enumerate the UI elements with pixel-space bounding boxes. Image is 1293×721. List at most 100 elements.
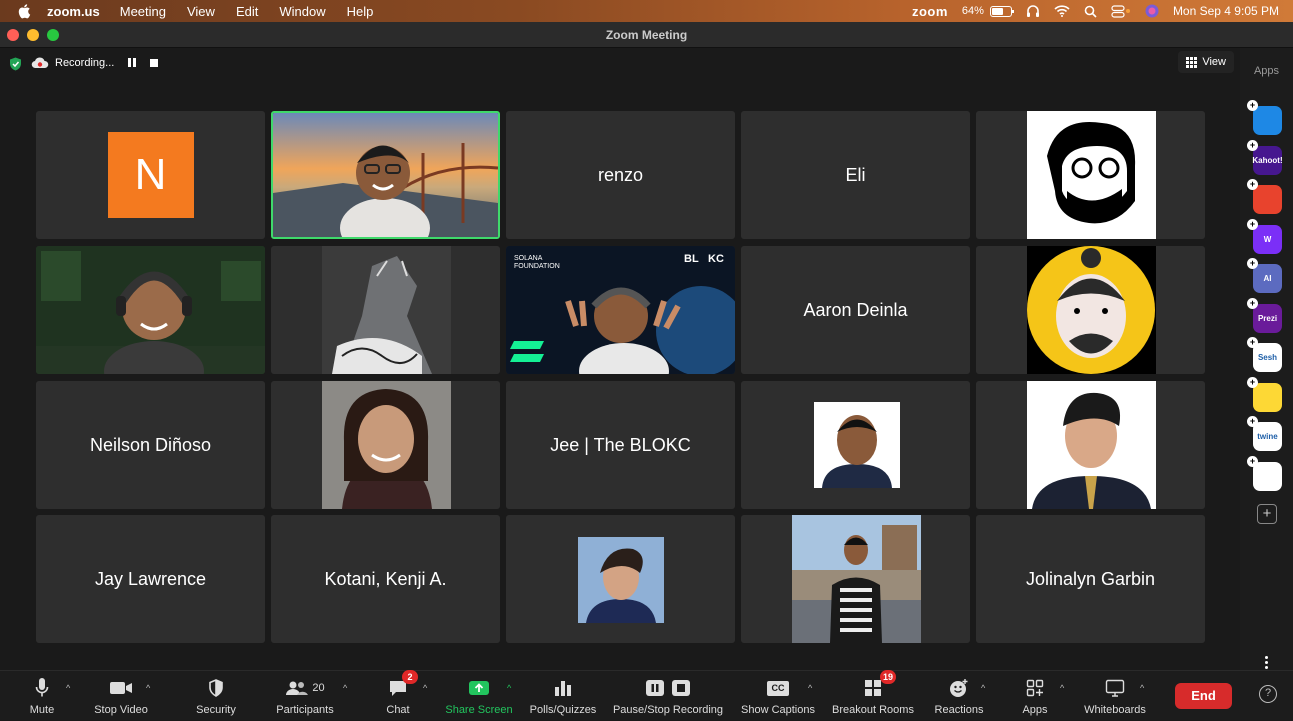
participant-tile[interactable]: [271, 381, 500, 509]
participant-name: Jay Lawrence: [94, 568, 207, 589]
pitch-app-icon[interactable]: +: [1247, 100, 1282, 135]
mute-options-chevron-icon[interactable]: ^: [66, 683, 74, 693]
reactions-button[interactable]: Reactions: [933, 671, 985, 721]
zoom-status-logo[interactable]: zoom: [912, 4, 948, 19]
minimize-window-button[interactable]: [27, 29, 39, 41]
reactions-options-chevron-icon[interactable]: ^: [981, 683, 989, 693]
participants-options-chevron-icon[interactable]: ^: [343, 683, 351, 693]
participants-count: 20: [312, 682, 325, 694]
add-app-plus-icon[interactable]: +: [1247, 139, 1258, 151]
participant-tile[interactable]: [36, 246, 265, 374]
chat-button[interactable]: 2 Chat: [383, 670, 418, 721]
search-icon[interactable]: [1084, 5, 1097, 18]
apps-button[interactable]: Apps: [1019, 671, 1051, 721]
participant-tile[interactable]: [271, 246, 500, 374]
add-app-plus-icon[interactable]: +: [1247, 416, 1258, 427]
wifi-icon[interactable]: [1054, 5, 1070, 17]
twine-app-icon[interactable]: + twine: [1247, 416, 1282, 451]
add-app-plus-icon[interactable]: +: [1247, 376, 1258, 388]
participant-tile[interactable]: Jolinalyn Garbin: [976, 515, 1205, 643]
add-app-plus-icon[interactable]: +: [1247, 337, 1258, 348]
participant-tile[interactable]: Jay Lawrence: [36, 515, 265, 643]
participant-tile-active-speaker[interactable]: [271, 111, 500, 239]
wooclap-app-icon[interactable]: + W: [1247, 218, 1282, 254]
video-options-chevron-icon[interactable]: ^: [146, 683, 154, 693]
whiteboards-options-chevron-icon[interactable]: ^: [1140, 683, 1148, 693]
share-options-chevron-icon[interactable]: ^: [507, 683, 515, 693]
participant-tile[interactable]: SOLANA FOUNDATION BL KC: [506, 246, 735, 374]
whiteboards-button[interactable]: Whiteboards: [1083, 671, 1147, 721]
pause-stop-recording-button[interactable]: Pause/Stop Recording: [611, 671, 725, 721]
participant-tile[interactable]: [741, 515, 970, 643]
polls-button[interactable]: Polls/Quizzes: [528, 671, 598, 721]
smile-app-icon[interactable]: +: [1247, 376, 1282, 412]
breakout-rooms-button[interactable]: 19 Breakout Rooms: [832, 670, 914, 721]
kahoot-app-icon[interactable]: + Kahoot!: [1247, 139, 1283, 175]
add-app-plus-icon[interactable]: +: [1247, 297, 1258, 309]
end-meeting-button[interactable]: End: [1175, 683, 1232, 709]
mute-button[interactable]: Mute: [27, 671, 57, 721]
participant-tile[interactable]: [976, 111, 1205, 239]
menu-help[interactable]: Help: [347, 4, 374, 19]
security-button[interactable]: Security: [193, 671, 239, 721]
participant-name: Neilson Diñoso: [89, 434, 212, 455]
red-app-icon[interactable]: +: [1247, 179, 1282, 214]
headphones-icon[interactable]: [1026, 4, 1040, 18]
chat-options-chevron-icon[interactable]: ^: [423, 683, 431, 693]
participant-profile-image: [578, 537, 664, 623]
menu-window[interactable]: Window: [279, 4, 325, 19]
add-app-plus-icon[interactable]: +: [1247, 455, 1258, 467]
participant-tile[interactable]: Aaron Deinla: [741, 246, 970, 374]
more-options-icon[interactable]: [1265, 656, 1269, 671]
zoom-window-button[interactable]: [47, 29, 59, 41]
apps-title: Apps: [1253, 65, 1280, 77]
ai-app-icon[interactable]: + AI: [1247, 258, 1282, 293]
participant-video: [273, 113, 498, 237]
app-icon-label: AI: [1263, 274, 1272, 283]
add-app-plus-icon[interactable]: +: [1247, 258, 1258, 269]
menu-view[interactable]: View: [187, 4, 215, 19]
share-screen-button[interactable]: Share Screen: [445, 671, 513, 721]
siri-icon[interactable]: [1145, 4, 1159, 18]
participant-tile[interactable]: [976, 381, 1205, 509]
apple-icon[interactable]: [17, 3, 31, 19]
participants-button[interactable]: 20 Participants: [274, 671, 336, 721]
menu-edit[interactable]: Edit: [236, 4, 258, 19]
participant-tile[interactable]: [506, 515, 735, 643]
control-center-icon[interactable]: [1111, 4, 1131, 18]
add-app-plus-icon[interactable]: +: [1247, 179, 1258, 190]
app-icon-label: W: [1263, 234, 1272, 244]
participant-tile[interactable]: [976, 246, 1205, 374]
stop-video-button[interactable]: Stop Video: [92, 671, 150, 721]
recording-indicator[interactable]: Recording...: [31, 53, 159, 73]
captions-options-chevron-icon[interactable]: ^: [808, 683, 816, 693]
prezi-app-icon[interactable]: + Prezi: [1247, 297, 1282, 333]
menubar-datetime[interactable]: Mon Sep 4 9:05 PM: [1173, 4, 1279, 18]
add-app-plus-icon[interactable]: +: [1247, 100, 1258, 111]
battery-icon[interactable]: [989, 5, 1014, 17]
participant-tile[interactable]: Kotani, Kenji A.: [271, 515, 500, 643]
encryption-shield-icon[interactable]: [9, 57, 22, 71]
participant-tile[interactable]: Jee | The BLOKC: [506, 381, 735, 509]
apps-options-chevron-icon[interactable]: ^: [1060, 683, 1068, 693]
participant-tile[interactable]: renzo: [506, 111, 735, 239]
participant-tile[interactable]: N: [36, 111, 265, 239]
meeting-top-strip: Recording... View: [0, 48, 1240, 78]
close-window-button[interactable]: [7, 29, 19, 41]
help-icon[interactable]: ?: [1259, 685, 1277, 703]
menu-meeting[interactable]: Meeting: [120, 4, 166, 19]
view-button[interactable]: View: [1178, 51, 1234, 73]
sesh-app-icon[interactable]: + Sesh: [1247, 337, 1282, 372]
microphone-icon: [35, 678, 49, 697]
participant-tile[interactable]: Eli: [741, 111, 970, 239]
cloud-record-icon: [31, 57, 49, 69]
participant-tile[interactable]: Neilson Diñoso: [36, 381, 265, 509]
multi-app-icon[interactable]: +: [1247, 455, 1282, 491]
pause-recording-icon[interactable]: [128, 58, 138, 68]
stop-recording-icon[interactable]: [150, 59, 159, 67]
add-app-plus-icon[interactable]: +: [1247, 218, 1258, 230]
show-captions-button[interactable]: CC Show Captions: [740, 671, 816, 721]
add-app-button[interactable]: +: [1257, 504, 1277, 524]
app-menu-zoom[interactable]: zoom.us: [47, 4, 100, 19]
participant-tile[interactable]: [741, 381, 970, 509]
